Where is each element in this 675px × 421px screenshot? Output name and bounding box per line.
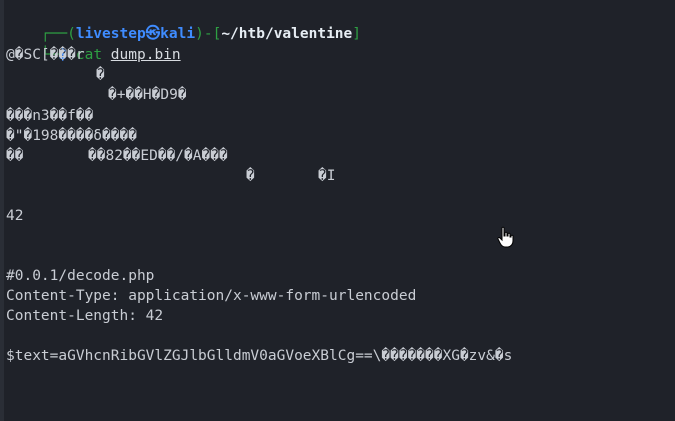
prompt-line-2: └─$ cat dump.bin [6, 25, 181, 63]
terminal-left-edge [0, 0, 4, 421]
output-line-3: �+��H�D9� [108, 87, 187, 103]
output-line-5: �"�198����δ���� [6, 128, 137, 144]
output-line-4: ���n3��f�� [6, 108, 94, 124]
output-line-6b: ��82��ED��/�A��� [88, 148, 228, 164]
prompt-suffix: ] [352, 26, 361, 42]
output-line-6a: �� [6, 148, 24, 164]
output-line-12: $text=aGVhcnRibGVlZGJlbGlldmV0aGVoeXBlCg… [6, 348, 513, 364]
output-line-8: 42 [6, 208, 24, 224]
terminal-window[interactable]: ┌──(livestep㉿kali)-[~/htb/valentine] └─$… [0, 0, 675, 421]
prompt-path: ~/htb/valentine [221, 26, 353, 42]
command-argument: dump.bin [110, 47, 181, 63]
output-line-9: #0.0.1/decode.php [6, 268, 155, 284]
prompt-line-1: ┌──(livestep㉿kali)-[~/htb/valentine] [6, 4, 361, 42]
output-line-1: @�SC[���r [6, 47, 85, 63]
output-line-2: � [96, 67, 105, 83]
output-line-11: Content-Length: 42 [6, 308, 164, 324]
output-line-7a: � [246, 168, 255, 184]
output-line-10: Content-Type: application/x-www-form-url… [6, 288, 417, 304]
output-line-7b: �I [318, 168, 336, 184]
prompt-mid: )-[ [195, 26, 222, 42]
hand-pointer-icon [497, 226, 515, 248]
